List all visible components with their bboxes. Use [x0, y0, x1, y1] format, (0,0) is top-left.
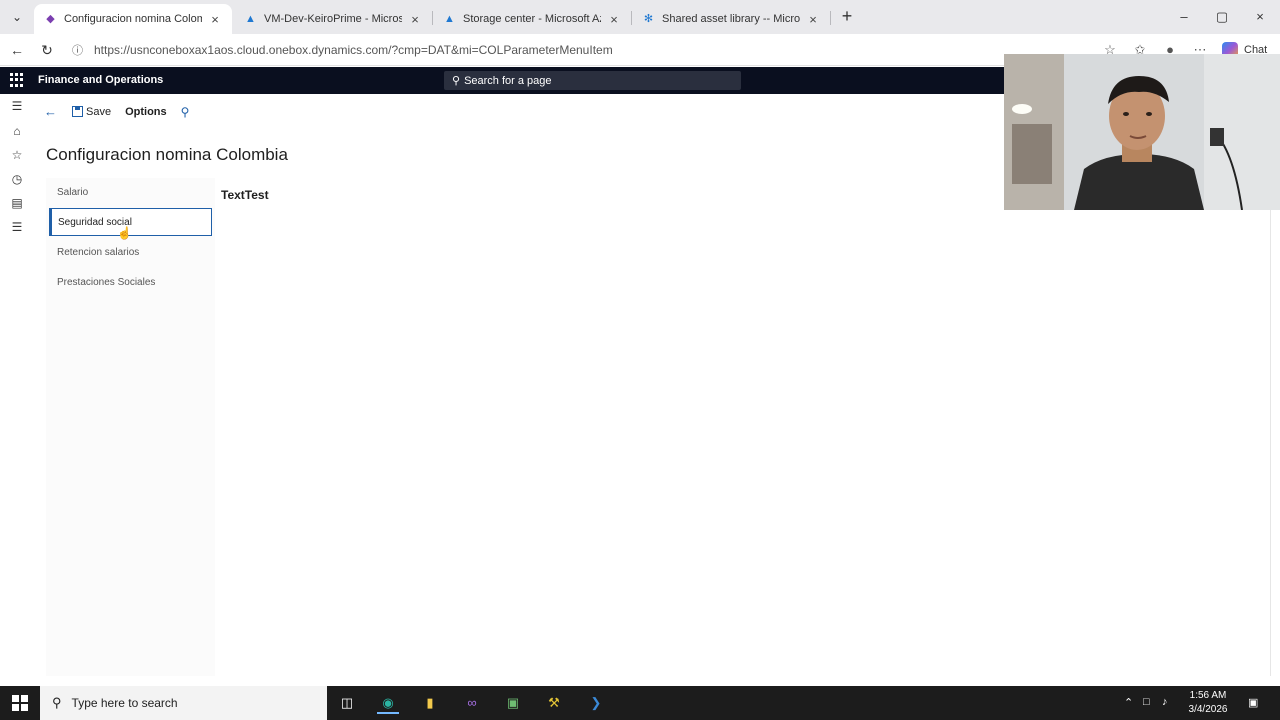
vtab-prestaciones-sociales[interactable]: Prestaciones Sociales	[49, 268, 212, 296]
windows-taskbar: ⚲ Type here to search ◫ ◉ ▮ ∞ ▣ ⚒ ❯ ⌃ □ …	[0, 686, 1280, 720]
options-button[interactable]: Options	[125, 106, 167, 118]
maximize-icon[interactable]: ▢	[1212, 8, 1232, 26]
vertical-tabs-panel: Salario Seguridad social Retencion salar…	[46, 178, 215, 676]
network-icon[interactable]: □	[1143, 696, 1150, 708]
app-name[interactable]: Finance and Operations	[38, 74, 163, 86]
notifications-icon[interactable]: ▣	[1248, 696, 1258, 709]
taskbar-clock[interactable]: 1:56 AM 3/4/2026	[1186, 689, 1230, 717]
workspaces-icon[interactable]: ▤	[9, 195, 25, 211]
search-icon: ⚲	[452, 75, 461, 87]
tab-close-icon[interactable]: ×	[208, 12, 222, 27]
browser-tab-2[interactable]: ▲ VM-Dev-KeiroPrime - Microsoft A ×	[234, 4, 432, 34]
vtab-salario[interactable]: Salario	[49, 178, 212, 206]
tab-close-icon[interactable]: ×	[806, 12, 820, 27]
back-arrow-icon[interactable]: ←	[44, 104, 58, 119]
new-tab-plus-icon[interactable]: +	[838, 7, 856, 26]
find-search-icon[interactable]: ⚲	[181, 105, 190, 119]
favorites-star-icon[interactable]: ☆	[9, 147, 25, 163]
tab-content-pane: TextTest	[215, 178, 1271, 676]
dynamics-icon: ◆	[46, 12, 55, 25]
lcs-icon: ✻	[643, 12, 654, 25]
tools-app-icon[interactable]: ⚒	[543, 692, 565, 714]
refresh-icon[interactable]: ↻	[38, 41, 56, 59]
browser-tab-strip: ⌄ ◆ Configuracion nomina Colombia - × ▲ …	[0, 0, 1280, 34]
task-view-icon[interactable]: ◫	[336, 692, 358, 714]
browser-tab-3[interactable]: ▲ Storage center - Microsoft Azure ×	[433, 4, 631, 34]
tab-title: VM-Dev-KeiroPrime - Microsoft A	[264, 13, 402, 25]
window-close-icon[interactable]: ×	[1250, 8, 1270, 26]
home-icon[interactable]: ⌂	[9, 123, 25, 139]
page-search-box[interactable]: ⚲ Search for a page	[444, 71, 741, 90]
clock-time: 1:56 AM	[1189, 690, 1227, 701]
webcam-overlay	[1004, 54, 1280, 210]
tab-title: Shared asset library -- Microsoft D	[662, 13, 800, 25]
taskbar-search-box[interactable]: ⚲ Type here to search	[40, 686, 327, 720]
save-icon	[72, 106, 83, 117]
tab-title: Storage center - Microsoft Azure	[463, 13, 601, 25]
page-title: Configuracion nomina Colombia	[46, 145, 288, 164]
edge-browser-icon[interactable]: ◉	[377, 692, 399, 714]
browser-tab-1[interactable]: ◆ Configuracion nomina Colombia - ×	[34, 4, 232, 34]
azure-icon: ▲	[245, 12, 256, 25]
search-icon: ⚲	[52, 695, 62, 710]
save-label: Save	[86, 105, 112, 118]
content-text: TextTest	[221, 188, 269, 202]
tray-chevron-up-icon[interactable]: ⌃	[1124, 696, 1133, 709]
site-info-icon[interactable]: ⓘ	[72, 42, 86, 58]
vtab-retencion-salarios[interactable]: Retencion salarios	[49, 238, 212, 266]
page-search-placeholder: Search for a page	[464, 74, 552, 87]
volume-muted-icon[interactable]: ♪	[1162, 696, 1168, 708]
windows-start-icon[interactable]	[12, 695, 28, 711]
webcam-person-image	[1004, 54, 1280, 210]
save-button[interactable]: Save	[72, 106, 111, 118]
hamburger-menu-icon[interactable]: ☰	[9, 98, 25, 114]
tab-title: Configuracion nomina Colombia -	[64, 13, 202, 25]
app-launcher-waffle-icon[interactable]	[10, 73, 24, 87]
back-arrow-icon[interactable]: ←	[8, 41, 26, 59]
file-explorer-icon[interactable]: ▮	[419, 692, 441, 714]
navigation-rail: ☰ ⌂ ☆ ◷ ▤ ☰	[0, 94, 34, 684]
tab-list-chevron-icon[interactable]: ⌄	[8, 8, 26, 26]
tab-close-icon[interactable]: ×	[607, 12, 621, 27]
url-field[interactable]: ⓘ https://usnconeboxax1aos.cloud.onebox.…	[66, 38, 1156, 62]
modules-list-icon[interactable]: ☰	[9, 219, 25, 235]
minimize-icon[interactable]: –	[1174, 8, 1194, 26]
package-app-icon[interactable]: ▣	[502, 692, 524, 714]
tab-separator	[830, 11, 831, 25]
taskbar-search-placeholder: Type here to search	[71, 696, 178, 710]
tab-close-icon[interactable]: ×	[408, 12, 422, 27]
url-text: https://usnconeboxax1aos.cloud.onebox.dy…	[94, 43, 613, 57]
azure-icon: ▲	[444, 12, 455, 25]
recent-clock-icon[interactable]: ◷	[9, 171, 25, 187]
powershell-icon[interactable]: ❯	[585, 692, 607, 714]
clock-date: 3/4/2026	[1188, 704, 1228, 715]
visual-studio-icon[interactable]: ∞	[461, 692, 483, 714]
action-pane: ← Save Options ⚲	[34, 97, 1004, 126]
browser-tab-4[interactable]: ✻ Shared asset library -- Microsoft D ×	[632, 4, 830, 34]
mouse-pointer-icon: ☝	[117, 226, 132, 240]
